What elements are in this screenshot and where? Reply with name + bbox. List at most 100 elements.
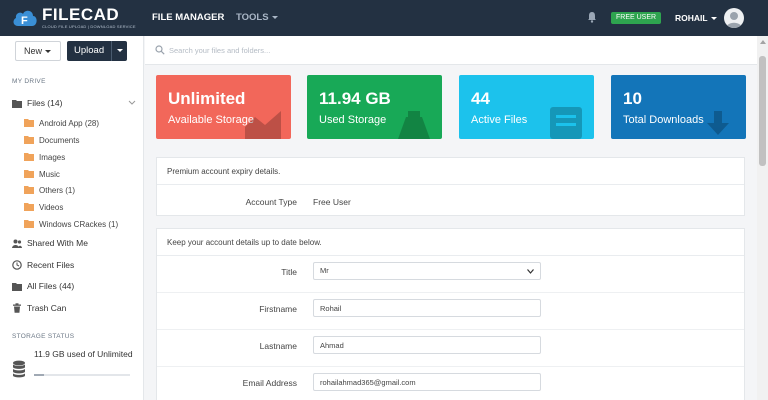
expiry-panel-heading: Premium account expiry details.	[157, 158, 744, 185]
stat-card-used-storage: 11.94 GB Used Storage	[307, 75, 442, 139]
download-icon	[707, 111, 729, 135]
lastname-input[interactable]	[313, 336, 541, 354]
folder-icon	[24, 170, 34, 178]
logo-title: FILECAD	[42, 5, 120, 24]
stat-value: Unlimited	[168, 89, 246, 108]
chevron-down-icon	[710, 17, 717, 21]
firstname-input[interactable]	[313, 299, 541, 317]
sidebar-item-shared-label: Shared With Me	[27, 238, 88, 248]
stat-label: Active Files	[471, 114, 528, 126]
folder-icon	[24, 220, 34, 228]
folder-icon	[12, 99, 22, 108]
folder-icon	[12, 282, 22, 291]
sidebar-item-recent-label: Recent Files	[27, 260, 75, 270]
storage-progress-fill	[34, 374, 44, 376]
chart-icon	[398, 111, 430, 139]
folder-music[interactable]: Music	[24, 168, 60, 180]
sidebar-item-files-label: Files (14)	[27, 98, 63, 108]
stat-label: Available Storage	[168, 114, 255, 126]
users-icon	[12, 239, 22, 248]
folder-icon	[24, 186, 34, 194]
stat-value: 44	[471, 89, 490, 108]
folder-android-app[interactable]: Android App (28)	[24, 117, 99, 129]
details-panel-heading: Keep your account details up to date bel…	[157, 229, 744, 256]
folder-icon	[24, 136, 34, 144]
new-button[interactable]: New	[15, 41, 61, 61]
upload-options-chevron-icon[interactable]	[117, 49, 123, 52]
row-divider	[157, 366, 744, 367]
avatar[interactable]	[724, 8, 744, 28]
user-menu[interactable]: ROHAIL	[675, 13, 717, 23]
file-icon	[550, 107, 582, 139]
folder-documents[interactable]: Documents	[24, 134, 79, 146]
folder-icon	[24, 119, 34, 127]
folder-label: Documents	[39, 135, 80, 145]
sidebar-item-files[interactable]: Files (14)	[12, 96, 62, 110]
sidebar-item-shared[interactable]: Shared With Me	[12, 236, 88, 250]
folder-label: Android App (28)	[39, 118, 100, 128]
user-name: ROHAIL	[675, 13, 708, 23]
account-status-badge: FREE USER	[611, 12, 662, 24]
chevron-down-icon	[45, 50, 52, 54]
folder-label: Others (1)	[39, 185, 76, 195]
firstname-label: Firstname	[259, 304, 297, 314]
search-icon	[155, 45, 165, 55]
top-navbar: F FILECAD CLOUD FILE UPLOAD | DOWNLOAD S…	[0, 0, 768, 36]
upload-button[interactable]: Upload	[67, 41, 127, 61]
folder-others[interactable]: Others (1)	[24, 184, 75, 196]
sidebar-item-recent[interactable]: Recent Files	[12, 258, 74, 272]
storage-status-label: STORAGE STATUS	[12, 333, 75, 340]
stat-value: 11.94 GB	[319, 89, 391, 108]
logo[interactable]: F FILECAD CLOUD FILE UPLOAD | DOWNLOAD S…	[12, 5, 144, 31]
expiry-panel: Premium account expiry details. Account …	[156, 157, 745, 216]
sidebar-item-all-files-label: All Files (44)	[27, 281, 75, 291]
title-label: Title	[281, 267, 297, 277]
chevron-down-icon[interactable]	[128, 100, 136, 106]
cloud-logo-icon: F	[13, 10, 37, 27]
nav-tools[interactable]: TOOLS	[236, 12, 278, 23]
logo-subtitle: CLOUD FILE UPLOAD | DOWNLOAD SERVICE	[42, 24, 136, 29]
trash-icon	[13, 303, 21, 313]
email-input[interactable]	[313, 373, 541, 391]
scroll-up-icon[interactable]	[760, 40, 766, 44]
account-type-value: Free User	[313, 197, 351, 207]
page-scrollbar[interactable]	[757, 36, 768, 400]
chevron-down-icon	[271, 15, 278, 19]
folder-label: Videos	[39, 202, 64, 212]
folder-label: Windows CRackes (1)	[39, 219, 119, 229]
scrollbar-thumb[interactable]	[759, 56, 766, 166]
stat-label: Used Storage	[319, 114, 387, 126]
folder-label: Images	[39, 152, 66, 162]
nav-tools-label: TOOLS	[236, 12, 269, 23]
stat-label: Total Downloads	[623, 114, 704, 126]
database-icon	[13, 360, 25, 378]
sidebar-item-trash[interactable]: Trash Can	[12, 301, 66, 315]
stat-card-active-files: 44 Active Files	[459, 75, 594, 139]
search-bar	[145, 36, 757, 65]
chevron-down-icon	[527, 269, 534, 274]
folder-icon	[24, 203, 34, 211]
stat-card-available-storage: Unlimited Available Storage	[156, 75, 291, 139]
sidebar: New Upload MY DRIVE Files (14) Android A…	[0, 36, 144, 400]
nav-file-manager[interactable]: FILE MANAGER	[152, 12, 224, 23]
folder-videos[interactable]: Videos	[24, 201, 63, 213]
stat-card-total-downloads: 10 Total Downloads	[611, 75, 746, 139]
bell-icon[interactable]	[587, 11, 597, 23]
title-select-value: Mr	[320, 266, 329, 275]
account-type-label: Account Type	[245, 197, 297, 207]
upload-button-divider	[111, 41, 112, 61]
title-select[interactable]: Mr	[313, 262, 541, 280]
my-drive-label: MY DRIVE	[12, 78, 46, 85]
sidebar-item-all-files[interactable]: All Files (44)	[12, 279, 74, 293]
new-button-label: New	[24, 46, 43, 56]
stat-value: 10	[623, 89, 642, 108]
account-details-panel: Keep your account details up to date bel…	[156, 228, 745, 400]
search-input[interactable]	[169, 42, 569, 58]
row-divider	[157, 292, 744, 293]
folder-windows-crackes[interactable]: Windows CRackes (1)	[24, 218, 118, 230]
svg-text:F: F	[21, 15, 28, 27]
folder-images[interactable]: Images	[24, 151, 65, 163]
email-label: Email Address	[242, 378, 297, 388]
folder-icon	[24, 153, 34, 161]
row-divider	[157, 329, 744, 330]
